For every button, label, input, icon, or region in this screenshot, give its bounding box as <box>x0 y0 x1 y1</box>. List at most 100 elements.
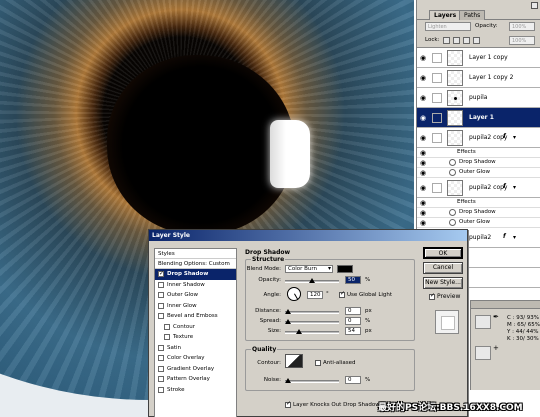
style-item[interactable]: Inner Shadow <box>155 280 236 291</box>
size-slider-thumb[interactable] <box>295 329 302 334</box>
style-item-checkbox[interactable] <box>158 344 164 351</box>
layer-row[interactable]: ◉ pupila2 copy f ▾ <box>417 178 540 198</box>
visibility-eye-icon[interactable]: ◉ <box>420 199 426 207</box>
lock-transparency-icon[interactable] <box>443 37 450 44</box>
visibility-eye-icon[interactable]: ◉ <box>420 134 430 142</box>
noise-slider-thumb[interactable] <box>285 378 291 383</box>
layer-row[interactable]: ◉ Layer 1 copy 2 <box>417 68 540 88</box>
layer-effects-icon[interactable]: f <box>503 183 506 190</box>
style-item-checkbox[interactable] <box>164 334 170 340</box>
effect-row[interactable]: ◉ Drop Shadow <box>417 158 540 168</box>
shadow-color-swatch[interactable] <box>337 265 353 273</box>
style-item[interactable]: Gradient Overlay <box>155 364 236 375</box>
style-item-checkbox[interactable] <box>158 292 164 298</box>
layer-row[interactable]: ◉ Layer 1 copy <box>417 48 540 68</box>
visibility-eye-icon[interactable]: ◉ <box>420 209 426 217</box>
visibility-eye-icon[interactable]: ◉ <box>420 114 430 122</box>
effects-header-row[interactable]: ◉ Effects <box>417 148 540 158</box>
tab-paths[interactable]: Paths <box>459 10 486 20</box>
effect-row[interactable]: ◉ Outer Glow <box>417 218 540 228</box>
style-item-checkbox[interactable] <box>158 365 164 372</box>
style-item[interactable]: Stroke <box>155 385 236 396</box>
cancel-button[interactable]: Cancel <box>423 262 463 274</box>
layer-link-icon[interactable] <box>432 93 442 103</box>
visibility-eye-icon[interactable]: ◉ <box>420 149 426 157</box>
layer-opacity-field[interactable]: 100% <box>509 22 535 31</box>
layer-link-icon[interactable] <box>432 53 442 63</box>
spread-slider[interactable] <box>285 319 339 324</box>
layer-row[interactable]: ◉ Layer 1 <box>417 108 540 128</box>
style-item-checkbox[interactable] <box>158 355 164 361</box>
layer-link-icon[interactable] <box>432 133 442 143</box>
layer-row[interactable]: ◉ pupila2 copy f ▾ <box>417 128 540 148</box>
visibility-eye-icon[interactable]: ◉ <box>420 74 430 82</box>
size-field[interactable]: 54 <box>345 327 361 335</box>
dialog-title[interactable]: Layer Style <box>149 230 467 241</box>
lock-all-icon[interactable] <box>473 37 480 44</box>
visibility-eye-icon[interactable]: ◉ <box>420 219 426 227</box>
noise-slider[interactable] <box>285 378 339 383</box>
blend-mode-select[interactable]: Color Burn <box>285 265 333 273</box>
spread-field[interactable]: 0 <box>345 317 361 325</box>
style-item-checkbox[interactable] <box>158 376 164 382</box>
new-style-button[interactable]: New Style... <box>423 277 463 289</box>
palette-menu-icon[interactable] <box>531 2 538 9</box>
style-item-checkbox[interactable] <box>158 302 164 309</box>
distance-slider[interactable] <box>285 309 339 314</box>
preview-checkbox[interactable] <box>429 292 435 300</box>
visibility-eye-icon[interactable]: ◉ <box>420 184 430 192</box>
effects-header-row[interactable]: ◉ Effects <box>417 198 540 208</box>
style-item[interactable]: Pattern Overlay <box>155 374 236 385</box>
distance-slider-thumb[interactable] <box>285 309 291 314</box>
style-item-checkbox[interactable] <box>158 386 164 393</box>
layer-link-icon[interactable] <box>432 183 442 193</box>
style-item[interactable]: Satin <box>155 343 236 354</box>
crosshair-icon[interactable]: + <box>493 344 499 352</box>
size-slider[interactable] <box>285 329 339 334</box>
lock-image-icon[interactable] <box>453 37 460 44</box>
style-item[interactable]: Color Overlay <box>155 353 236 364</box>
visibility-eye-icon[interactable]: ◉ <box>420 169 426 177</box>
contour-picker[interactable] <box>285 354 303 368</box>
style-item[interactable]: Outer Glow <box>155 290 236 301</box>
layer-fill-field[interactable]: 100% <box>509 36 535 45</box>
ok-button[interactable]: OK <box>423 247 463 259</box>
use-global-light-checkbox[interactable] <box>339 290 345 298</box>
style-item[interactable]: Bevel and Emboss <box>155 311 236 322</box>
expand-effects-icon[interactable]: ▾ <box>513 134 516 141</box>
layer-link-icon[interactable] <box>432 73 442 83</box>
lock-position-icon[interactable] <box>463 37 470 44</box>
style-item-checkbox[interactable] <box>158 313 164 319</box>
layer-row[interactable]: ◉ pupila <box>417 88 540 108</box>
noise-field[interactable]: 0 <box>345 376 361 384</box>
spread-slider-thumb[interactable] <box>285 319 291 324</box>
opacity-slider[interactable] <box>285 278 339 283</box>
style-item-checkbox[interactable] <box>164 323 170 330</box>
style-item[interactable]: Texture <box>155 332 236 343</box>
visibility-eye-icon[interactable]: ◉ <box>420 159 426 167</box>
layer-effects-icon[interactable]: f <box>503 233 506 240</box>
style-item[interactable]: Inner Glow <box>155 301 236 312</box>
layer-blend-mode-select[interactable]: Lighten <box>425 22 471 31</box>
visibility-eye-icon[interactable]: ◉ <box>420 94 430 102</box>
style-item[interactable]: Drop Shadow <box>155 269 236 280</box>
eyedropper-icon[interactable]: ✒ <box>493 313 499 321</box>
visibility-eye-icon[interactable]: ◉ <box>420 54 430 62</box>
styles-header[interactable]: Styles <box>155 249 236 259</box>
angle-dial[interactable] <box>287 287 301 301</box>
effect-row[interactable]: ◉ Outer Glow <box>417 168 540 178</box>
opacity-field[interactable]: 50 <box>345 276 361 284</box>
style-item-checkbox[interactable] <box>158 269 164 279</box>
knocks-out-checkbox[interactable] <box>285 400 291 408</box>
opacity-slider-thumb[interactable] <box>309 278 315 283</box>
style-item-checkbox[interactable] <box>158 281 164 288</box>
effect-row[interactable]: ◉ Drop Shadow <box>417 208 540 218</box>
tab-layers[interactable]: Layers <box>429 10 462 20</box>
blending-options-item[interactable]: Blending Options: Custom <box>155 259 236 269</box>
distance-field[interactable]: 0 <box>345 307 361 315</box>
layer-effects-icon[interactable]: f <box>503 133 506 140</box>
style-item[interactable]: Contour <box>155 322 236 333</box>
expand-effects-icon[interactable]: ▾ <box>513 234 516 241</box>
angle-field[interactable]: 120 <box>307 291 323 299</box>
anti-aliased-checkbox[interactable] <box>315 360 321 366</box>
